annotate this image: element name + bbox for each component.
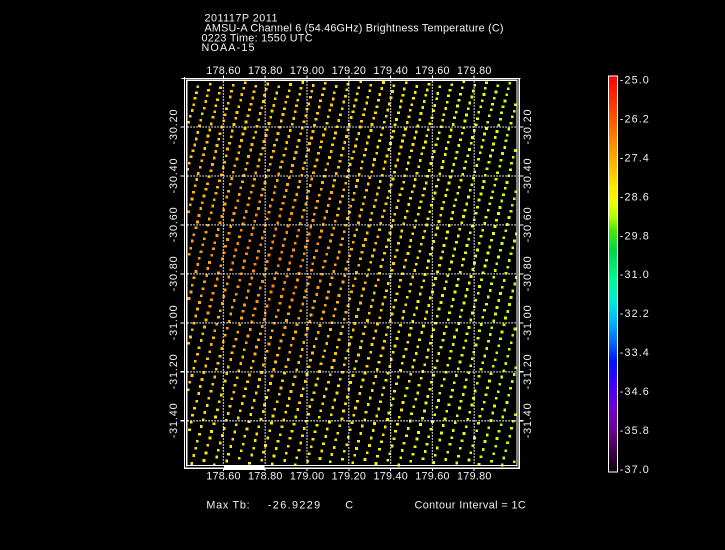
svg-text:NOAA-15: NOAA-15 [202, 42, 255, 54]
svg-text:-31.0: -31.0 [620, 269, 649, 281]
svg-text:-29.8: -29.8 [620, 230, 649, 242]
svg-text:-26.2: -26.2 [620, 113, 649, 125]
svg-text:-30.80: -30.80 [168, 256, 180, 291]
svg-text:179.60: 179.60 [415, 65, 449, 77]
svg-text:-37.0: -37.0 [620, 464, 649, 476]
svg-text:179.40: 179.40 [373, 65, 407, 77]
svg-text:Max Tb:: Max Tb: [206, 500, 249, 512]
svg-text:-30.60: -30.60 [168, 207, 180, 242]
svg-text:-27.4: -27.4 [620, 152, 649, 164]
svg-text:178.80: 178.80 [248, 65, 282, 77]
svg-text:-31.20: -31.20 [522, 354, 534, 389]
svg-text:179.80: 179.80 [457, 65, 491, 77]
svg-text:179.20: 179.20 [332, 65, 366, 77]
svg-text:-31.00: -31.00 [522, 305, 534, 340]
svg-text:-30.80: -30.80 [522, 256, 534, 291]
svg-text:178.80: 178.80 [248, 470, 282, 482]
svg-text:179.80: 179.80 [457, 470, 491, 482]
svg-text:-34.6: -34.6 [620, 386, 649, 398]
svg-text:-31.40: -31.40 [522, 403, 534, 438]
svg-text:179.60: 179.60 [415, 470, 449, 482]
svg-text:-35.8: -35.8 [620, 425, 649, 437]
svg-text:178.60: 178.60 [206, 65, 240, 77]
svg-text:178.60: 178.60 [206, 470, 240, 482]
svg-text:-30.20: -30.20 [522, 110, 534, 145]
svg-text:179.00: 179.00 [290, 65, 324, 77]
svg-text:C: C [345, 500, 353, 512]
svg-text:-30.20: -30.20 [168, 110, 180, 145]
svg-text:-30.40: -30.40 [168, 159, 180, 194]
svg-text:-30.60: -30.60 [522, 207, 534, 242]
svg-text:179.00: 179.00 [290, 470, 324, 482]
svg-text:179.40: 179.40 [373, 470, 407, 482]
svg-text:-32.2: -32.2 [620, 308, 649, 320]
svg-text:-28.6: -28.6 [620, 191, 649, 203]
svg-text:-30.40: -30.40 [522, 159, 534, 194]
svg-text:179.20: 179.20 [332, 470, 366, 482]
svg-text:-25.0: -25.0 [620, 75, 649, 87]
svg-text:Contour Interval = 1C: Contour Interval = 1C [415, 500, 526, 512]
svg-text:-26.9229: -26.9229 [268, 500, 320, 512]
svg-text:-31.00: -31.00 [168, 305, 180, 340]
svg-text:-31.20: -31.20 [168, 354, 180, 389]
svg-text:-31.40: -31.40 [168, 403, 180, 438]
svg-text:-33.4: -33.4 [620, 347, 649, 359]
